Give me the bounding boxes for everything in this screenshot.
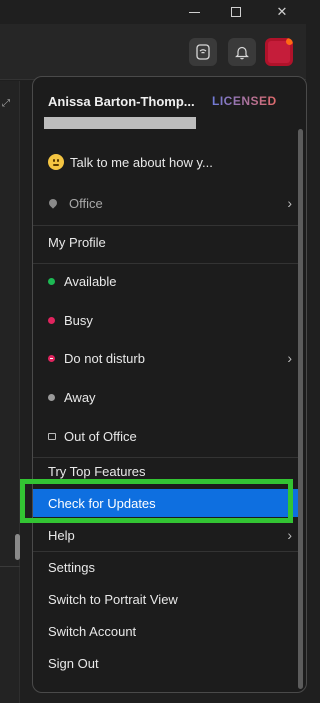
divider <box>33 225 298 226</box>
background-scrollbar[interactable] <box>15 534 20 560</box>
menu-scrollbar[interactable] <box>298 129 303 689</box>
redacted-email <box>44 117 196 129</box>
highlight-box <box>20 479 293 523</box>
cast-icon <box>196 44 210 60</box>
background-left-panel <box>0 81 20 703</box>
presence-label: Do not disturb <box>64 350 145 366</box>
menu-item-label: Switch Account <box>48 623 137 639</box>
minimize-icon <box>188 11 200 13</box>
busy-dot-icon <box>48 316 55 324</box>
close-icon: ✕ <box>276 4 288 19</box>
background-divider <box>0 566 20 567</box>
divider <box>33 263 298 264</box>
cast-button[interactable] <box>189 38 217 66</box>
chevron-right-icon: › <box>287 527 292 543</box>
maximize-button[interactable] <box>216 0 256 24</box>
do-not-disturb-icon <box>48 354 55 362</box>
presence-ooo-item[interactable]: Out of Office <box>33 422 298 450</box>
menu-item-label: Switch to Portrait View <box>48 591 178 607</box>
my-profile-item[interactable]: My Profile <box>33 228 298 256</box>
location-item[interactable]: Office › <box>33 189 298 217</box>
close-button[interactable]: ✕ <box>262 0 302 24</box>
maximize-icon <box>231 7 241 17</box>
location-pin-icon <box>47 197 59 209</box>
calendar-icon <box>48 432 56 440</box>
my-profile-label: My Profile <box>48 234 106 250</box>
presence-label: Busy <box>64 312 93 328</box>
presence-label: Available <box>64 273 117 289</box>
avatar[interactable] <box>265 38 293 66</box>
presence-dnd-item[interactable]: Do not disturb › <box>33 344 298 372</box>
switch-portrait-item[interactable]: Switch to Portrait View <box>33 585 298 613</box>
chevron-right-icon: › <box>287 350 292 366</box>
presence-away-item[interactable]: Away <box>33 383 298 411</box>
status-message-item[interactable]: Talk to me about how y... <box>33 144 298 180</box>
sign-out-item[interactable]: Sign Out <box>33 649 298 677</box>
menu-item-label: Help <box>48 527 75 543</box>
notifications-button[interactable] <box>228 38 256 66</box>
profile-menu: Anissa Barton-Thomp... LICENSED Talk to … <box>32 76 307 693</box>
away-clock-icon <box>48 393 55 401</box>
presence-busy-item[interactable]: Busy <box>33 306 298 334</box>
help-item[interactable]: Help › <box>33 521 298 549</box>
divider <box>33 551 298 552</box>
menu-item-label: Try Top Features <box>48 463 146 479</box>
license-badge: LICENSED <box>212 94 277 108</box>
status-message-label: Talk to me about how y... <box>70 154 213 170</box>
presence-available-item[interactable]: Available <box>33 267 298 295</box>
title-bar: ✕ <box>0 0 306 24</box>
location-label: Office <box>69 195 103 211</box>
menu-item-label: Sign Out <box>48 655 99 671</box>
expand-icon[interactable]: ⤢ <box>2 98 10 109</box>
switch-account-item[interactable]: Switch Account <box>33 617 298 645</box>
minimize-button[interactable] <box>174 0 214 24</box>
presence-label: Out of Office <box>64 428 137 444</box>
top-toolbar <box>0 24 306 80</box>
chevron-right-icon: › <box>287 195 292 211</box>
bell-icon <box>235 46 249 59</box>
profile-name: Anissa Barton-Thomp... <box>48 94 195 109</box>
presence-label: Away <box>64 389 96 405</box>
smiley-icon <box>48 154 64 170</box>
menu-item-label: Settings <box>48 559 95 575</box>
avatar-status-badge <box>286 38 293 45</box>
settings-item[interactable]: Settings <box>33 553 298 581</box>
available-dot-icon <box>48 277 55 285</box>
